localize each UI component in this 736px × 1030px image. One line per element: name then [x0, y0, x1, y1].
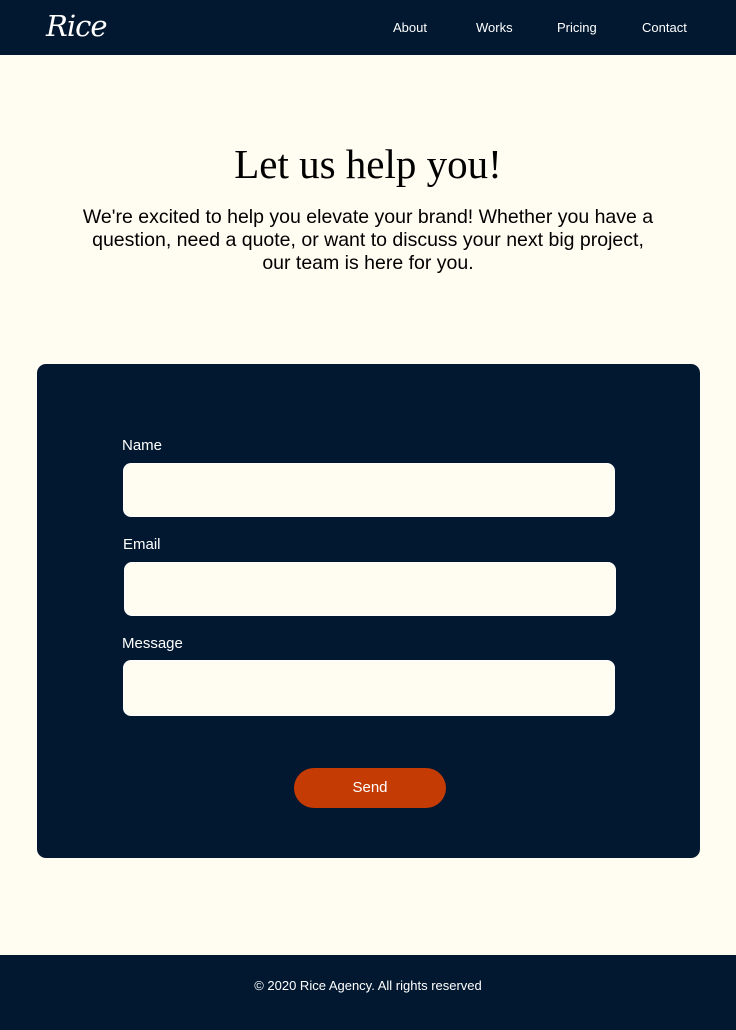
email-label: Email [123, 536, 161, 553]
send-button[interactable]: Send [294, 768, 446, 808]
email-input[interactable] [124, 562, 616, 616]
nav-link-about[interactable]: About [393, 20, 427, 36]
contact-form: Name Email Message Send [37, 364, 700, 858]
message-label: Message [122, 635, 183, 652]
message-input[interactable] [123, 660, 615, 716]
hero-description: We're excited to help you elevate your b… [82, 206, 654, 274]
nav-link-works[interactable]: Works [476, 20, 513, 36]
copyright-text: © 2020 Rice Agency. All rights reserved [254, 978, 482, 993]
name-input[interactable] [123, 463, 615, 517]
logo[interactable]: Rice [46, 6, 108, 46]
page-title: Let us help you! [234, 141, 502, 187]
nav-link-contact[interactable]: Contact [642, 20, 687, 36]
site-header: Rice About Works Pricing Contact [0, 0, 736, 55]
name-label: Name [122, 437, 163, 454]
nav-link-pricing[interactable]: Pricing [557, 20, 597, 36]
site-footer: © 2020 Rice Agency. All rights reserved [0, 955, 736, 1030]
